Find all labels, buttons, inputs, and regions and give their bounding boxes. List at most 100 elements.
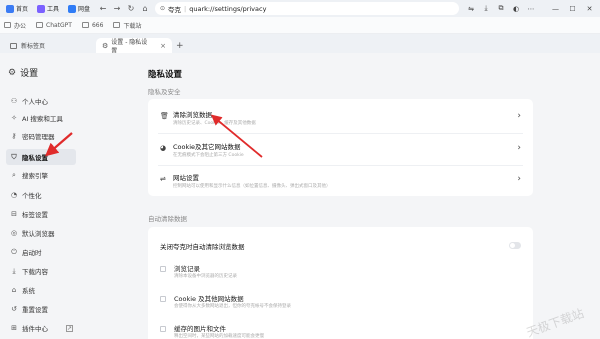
tag-icon: ⊟ xyxy=(11,210,17,218)
sidebar-item-personalize[interactable]: ◔ 个性化 xyxy=(6,187,76,203)
settings-sidebar: ⚙ 设置 ⚇ 个人中心 ✧ AI 搜索和工具 ⚷ 密码管理器 ⛉ 隐私设置 ⌕ 搜索引擎 … xyxy=(0,53,95,339)
auto-clear-label: 关闭夸克时自动清除浏览数据 xyxy=(160,243,245,251)
sidebar-item-ai[interactable]: ✧ AI 搜索和工具 xyxy=(6,110,76,126)
chevron-right-icon: › xyxy=(517,111,521,121)
menu-icon[interactable]: ⋯ xyxy=(525,2,537,15)
page-icon xyxy=(10,42,17,49)
checkbox-description: 释出空间时，某些网站的加载速度可能会更慢 xyxy=(174,334,264,339)
sidebar-item-default-browser[interactable]: ◎ 默认浏览器 xyxy=(6,225,76,241)
profile-icon[interactable]: ◐ xyxy=(510,2,522,15)
checkbox-cache[interactable]: 缓存的图片和文件 释出空间时，某些网站的加载速度可能会更慢 xyxy=(148,321,533,339)
checkbox-title: 缓存的图片和文件 xyxy=(174,325,226,333)
sidebar-item-label: 隐私设置 xyxy=(22,154,48,162)
minimize-icon[interactable]: — xyxy=(549,2,562,15)
site-settings-row[interactable]: ⇌ 网站设置 控制网站可以使用和显示什么信息（如位置信息、摄像头、弹出式窗口及其… xyxy=(148,165,533,196)
home-nav-icon[interactable]: ⌂ xyxy=(139,2,151,14)
checkbox[interactable] xyxy=(160,326,166,332)
row-description: 清除历史记录、Cookie、缓存及其他数据 xyxy=(173,121,256,126)
bookmark-label: 666 xyxy=(91,21,104,29)
sidebar-item-reset[interactable]: ↺ 重置设置 xyxy=(6,301,76,317)
url-separator: | xyxy=(184,4,187,13)
sidebar-item-startup[interactable]: ⏻ 启动时 xyxy=(6,244,76,260)
auto-clear-toggle-row: 关闭夸克时自动清除浏览数据 xyxy=(148,239,533,253)
sidebar-item-label: 个人中心 xyxy=(22,98,48,106)
back-icon[interactable]: ← xyxy=(97,2,109,14)
row-description: 在无痕模式下会阻止第三方 Cookie xyxy=(173,153,244,158)
reset-icon: ↺ xyxy=(11,305,17,313)
forward-icon[interactable]: → xyxy=(111,2,123,14)
tab-privacy-settings[interactable]: ⚙ 设置 - 隐私设置 × xyxy=(96,38,172,55)
sidebar-item-privacy[interactable]: ⛉ 隐私设置 xyxy=(6,149,76,165)
settings-page: ⚙ 设置 ⚇ 个人中心 ✧ AI 搜索和工具 ⚷ 密码管理器 ⛉ 隐私设置 ⌕ 搜索引擎 … xyxy=(0,53,600,339)
auto-clear-card: 关闭夸克时自动清除浏览数据 浏览记录 清除本设备中浏览器的历史记录 Cookie… xyxy=(148,227,533,339)
url-host: 夸克 xyxy=(168,5,182,14)
tools-icon xyxy=(37,4,46,13)
bookmark-item[interactable]: 办公 xyxy=(4,21,26,30)
auto-clear-toggle[interactable] xyxy=(509,242,521,249)
bookmark-label: 办公 xyxy=(14,22,27,30)
sidebar-item-downloads[interactable]: ⤓ 下载内容 xyxy=(6,263,76,279)
sparkle-icon: ✧ xyxy=(11,114,17,122)
power-icon: ⏻ xyxy=(11,247,17,256)
quick-tab-drive[interactable]: 网盘 xyxy=(65,3,93,15)
checkbox[interactable] xyxy=(160,296,166,302)
sidebar-item-label: AI 搜索和工具 xyxy=(22,115,63,123)
search-icon: ⌕ xyxy=(12,170,16,179)
quick-tab-home[interactable]: 首页 xyxy=(3,3,31,15)
tab-strip: 新标签页 ⚙ 设置 - 隐私设置 × + xyxy=(0,34,600,55)
sidebar-item-tabs[interactable]: ⊟ 标签设置 xyxy=(6,206,76,222)
sidebar-item-search-engine[interactable]: ⌕ 搜索引擎 xyxy=(6,167,76,183)
checkbox-title: 浏览记录 xyxy=(174,265,200,273)
sidebar-item-label: 密码管理器 xyxy=(22,133,55,141)
cookie-icon: ◕ xyxy=(160,144,167,152)
quick-tab-label: 网盘 xyxy=(78,6,91,13)
url-text: quark://settings/privacy xyxy=(189,4,267,13)
bookmark-label: 下载站 xyxy=(123,22,142,30)
address-bar[interactable]: ⊙ 夸克 | quark://settings/privacy xyxy=(155,2,459,15)
bookmark-item[interactable]: 666 xyxy=(81,21,104,29)
sidebar-item-passwords[interactable]: ⚷ 密码管理器 xyxy=(6,128,76,144)
sidebar-item-label: 标签设置 xyxy=(22,211,48,219)
checkbox-cookies[interactable]: Cookie 及其他网站数据 会使得你从大多数网站退出，但你的夸克帐号不会保持登… xyxy=(148,291,533,313)
quick-tab-label: 首页 xyxy=(16,6,29,13)
section-label-privacy-security: 隐私及安全 xyxy=(148,88,181,96)
gear-icon: ⚙ xyxy=(102,41,109,50)
page-title: 隐私设置 xyxy=(148,70,183,80)
gear-icon: ⚙ xyxy=(8,67,17,78)
sidebar-item-label: 搜索引擎 xyxy=(22,172,48,180)
sidebar-item-label: 启动时 xyxy=(22,249,42,257)
folder-icon xyxy=(81,22,89,28)
checkbox-description: 会使得你从大多数网站退出，但你的夸克帐号不会保持登录 xyxy=(174,304,291,309)
system-icon: ⌂ xyxy=(11,286,17,294)
close-window-icon[interactable]: ✕ xyxy=(583,2,596,15)
translate-icon[interactable]: ⇋ xyxy=(465,2,477,15)
palette-icon: ◔ xyxy=(10,191,18,199)
trash-icon: 🗑 xyxy=(160,112,169,120)
tab-new-tab[interactable]: 新标签页 xyxy=(4,38,96,53)
sidebar-item-profile[interactable]: ⚇ 个人中心 xyxy=(6,93,76,109)
new-tab-icon[interactable]: + xyxy=(176,38,184,53)
maximize-icon[interactable]: ☐ xyxy=(566,2,579,15)
settings-title: ⚙ 设置 xyxy=(8,66,38,80)
download-manager-icon[interactable]: ⤓ xyxy=(480,2,492,15)
sidebar-item-label: 插件中心 xyxy=(22,325,48,333)
quick-tab-tools[interactable]: 工具 xyxy=(34,3,62,15)
cloud-drive-icon xyxy=(68,4,77,13)
clear-browsing-data-row[interactable]: 🗑 清除浏览数据 清除历史记录、Cookie、缓存及其他数据 › xyxy=(148,102,533,133)
folder-icon xyxy=(113,22,121,28)
key-icon: ⚷ xyxy=(11,132,17,140)
close-tab-icon[interactable]: × xyxy=(160,42,166,50)
extensions-icon[interactable]: ⧉ xyxy=(495,2,507,15)
folder-icon xyxy=(36,22,44,28)
checkbox-title: Cookie 及其他网站数据 xyxy=(174,295,244,303)
sidebar-item-plugins[interactable]: ⊞ 插件中心 ↗ xyxy=(6,320,76,336)
row-title: 网站设置 xyxy=(173,174,199,182)
checkbox-history[interactable]: 浏览记录 清除本设备中浏览器的历史记录 xyxy=(148,261,533,283)
bookmark-item[interactable]: 下载站 xyxy=(113,21,141,30)
sidebar-item-system[interactable]: ⌂ 系统 xyxy=(6,282,76,298)
bookmark-item[interactable]: ChatGPT xyxy=(36,22,72,29)
reload-icon[interactable]: ↻ xyxy=(125,2,137,14)
cookies-row[interactable]: ◕ Cookie及其它网站数据 在无痕模式下会阻止第三方 Cookie › xyxy=(148,134,533,165)
sidebar-item-label: 系统 xyxy=(22,287,35,295)
checkbox[interactable] xyxy=(160,266,166,272)
